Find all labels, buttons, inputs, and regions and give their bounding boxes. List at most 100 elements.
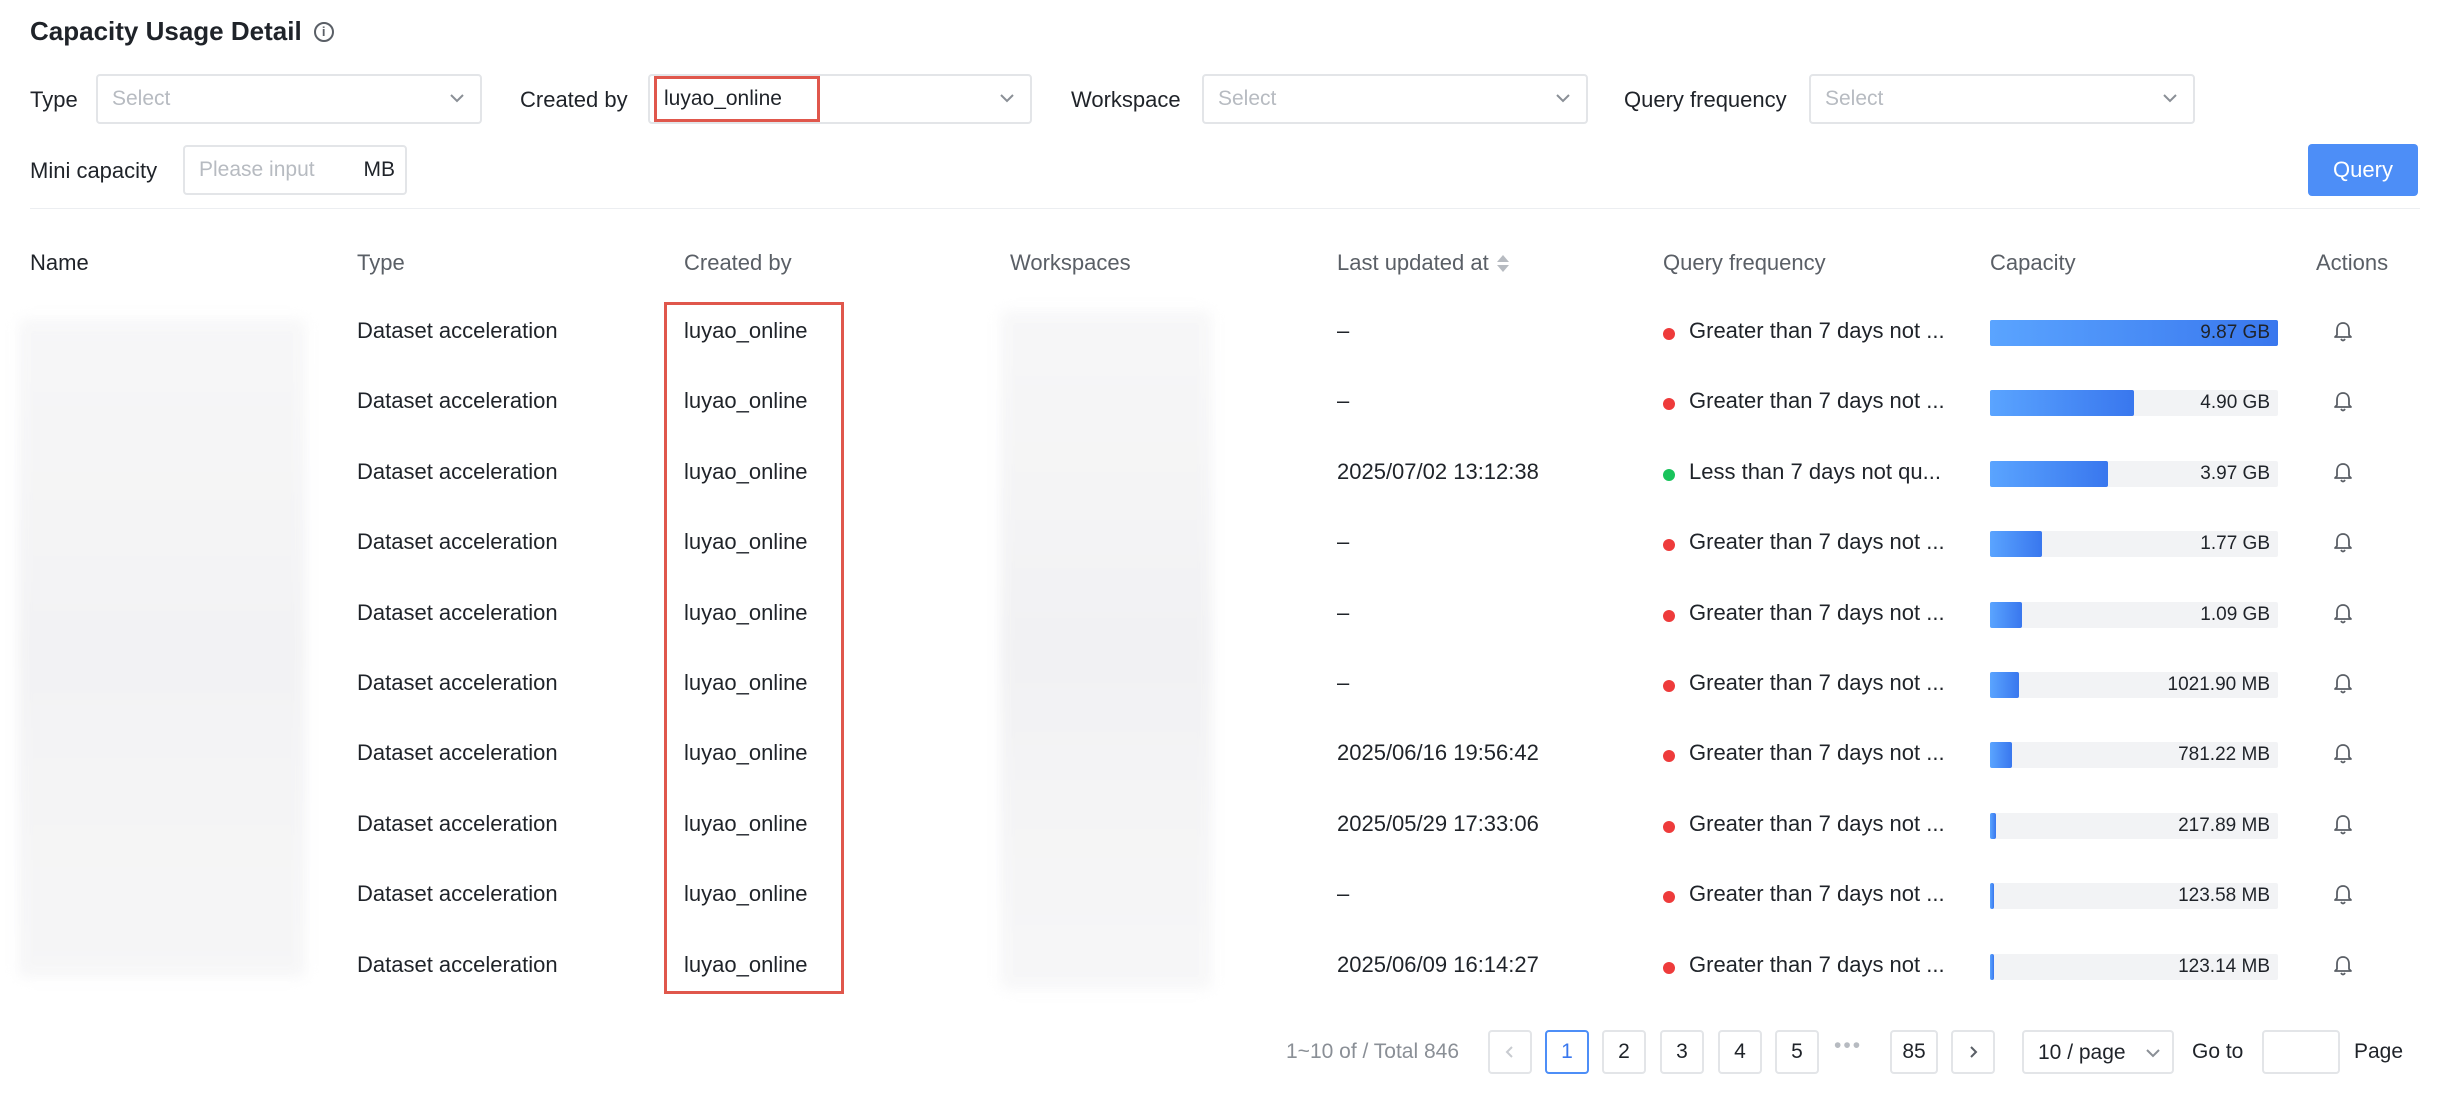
query-frequency-filter-label: Query frequency — [1624, 87, 1787, 112]
capacity-value: 1.09 GB — [2200, 603, 2270, 625]
pagination-page-4[interactable]: 4 — [1718, 1030, 1762, 1074]
column-header-last-updated[interactable]: Last updated at — [1337, 250, 1509, 276]
bell-icon[interactable] — [2332, 742, 2354, 766]
row-query-frequency: Greater than 7 days not ... — [1689, 529, 1945, 555]
bell-icon[interactable] — [2332, 602, 2354, 626]
pagination-prev-button[interactable] — [1488, 1030, 1532, 1074]
table-row[interactable]: Dataset acceleration luyao_online – Greater… — [0, 368, 2454, 438]
row-query-frequency: Greater than 7 days not ... — [1689, 599, 1945, 625]
pagination-page-3[interactable]: 3 — [1660, 1030, 1704, 1074]
mini-capacity-input[interactable]: Please input MB — [183, 145, 407, 195]
capacity-value: 3.97 GB — [2200, 462, 2270, 484]
query-frequency-select[interactable]: Select — [1809, 74, 2195, 124]
row-type: Dataset acceleration — [357, 951, 558, 977]
table-row[interactable]: Dataset acceleration luyao_online 2025/06/… — [0, 932, 2454, 1002]
row-created-by: luyao_online — [684, 599, 808, 625]
chevron-down-icon — [450, 94, 464, 103]
row-type: Dataset acceleration — [357, 740, 558, 766]
pagination-page-last[interactable]: 85 — [1890, 1030, 1938, 1074]
capacity-value: 123.58 MB — [2178, 885, 2270, 907]
capacity-value: 1021.90 MB — [2167, 674, 2270, 695]
goto-page-input[interactable] — [2262, 1030, 2340, 1074]
table-row[interactable]: Dataset acceleration luyao_online – Greater… — [0, 298, 2454, 368]
table-row[interactable]: Dataset acceleration luyao_online – Greater… — [0, 509, 2454, 579]
pagination-page-5[interactable]: 5 — [1775, 1030, 1819, 1074]
row-query-frequency: Greater than 7 days not ... — [1689, 318, 1945, 343]
pagination-ellipsis[interactable]: ••• — [1834, 1034, 1862, 1058]
chevron-down-icon — [2146, 1049, 2160, 1058]
row-created-by: luyao_online — [684, 670, 808, 695]
column-header-capacity: Capacity — [1990, 250, 2076, 275]
capacity-bar: 4.90 GB — [1990, 390, 2278, 417]
pagination-page-1[interactable]: 1 — [1545, 1030, 1589, 1074]
created-by-select-value: luyao_online — [664, 87, 782, 110]
table-row[interactable]: Dataset acceleration luyao_online 2025/05/… — [0, 791, 2454, 861]
bell-icon[interactable] — [2332, 883, 2354, 907]
capacity-value: 123.14 MB — [2178, 955, 2270, 977]
row-type: Dataset acceleration — [357, 599, 558, 625]
column-header-query-frequency: Query frequency — [1663, 250, 1826, 275]
status-dot — [1663, 328, 1675, 340]
created-by-filter-label: Created by — [520, 87, 628, 112]
status-dot — [1663, 820, 1675, 833]
status-dot — [1663, 539, 1675, 552]
sort-icon[interactable] — [1496, 253, 1509, 275]
row-created-by: luyao_online — [684, 388, 808, 414]
pagination-next-button[interactable] — [1951, 1030, 1995, 1074]
row-query-frequency: Greater than 7 days not ... — [1689, 670, 1945, 695]
capacity-usage-page: Capacity Usage Detail i Type Select Crea… — [0, 0, 2454, 1094]
capacity-bar: 123.58 MB — [1990, 883, 2278, 910]
status-dot — [1663, 468, 1675, 481]
query-button[interactable]: Query — [2308, 144, 2418, 196]
bell-icon[interactable] — [2332, 813, 2354, 837]
column-header-last-updated-label: Last updated at — [1337, 250, 1489, 275]
page-label: Page — [2354, 1040, 2404, 1063]
status-dot — [1663, 961, 1675, 974]
table-row[interactable]: Dataset acceleration luyao_online – Greater… — [0, 650, 2454, 720]
bell-icon[interactable] — [2332, 954, 2354, 978]
workspace-select-placeholder: Select — [1218, 87, 1277, 110]
row-query-frequency: Greater than 7 days not ... — [1689, 881, 1945, 907]
page-title-bar: Capacity Usage Detail i — [30, 16, 334, 47]
table-row[interactable]: Dataset acceleration luyao_online – Greater… — [0, 580, 2454, 650]
row-type: Dataset acceleration — [357, 388, 558, 414]
bell-icon[interactable] — [2332, 531, 2354, 555]
table-row[interactable]: Dataset acceleration luyao_online 2025/06/… — [0, 720, 2454, 790]
status-dot — [1663, 750, 1675, 763]
row-last-updated: 2025/06/16 19:56:42 — [1337, 740, 1539, 766]
capacity-value: 4.90 GB — [2200, 392, 2270, 414]
table-row[interactable]: Dataset acceleration luyao_online – Greater… — [0, 861, 2454, 931]
query-frequency-select-placeholder: Select — [1825, 87, 1884, 110]
column-header-workspaces: Workspaces — [1010, 250, 1131, 275]
row-created-by: luyao_online — [684, 951, 808, 977]
row-query-frequency: Greater than 7 days not ... — [1689, 951, 1945, 977]
table-row[interactable]: Dataset acceleration luyao_online 2025/07/… — [0, 439, 2454, 509]
capacity-value: 9.87 GB — [2200, 322, 2270, 343]
bell-icon[interactable] — [2332, 390, 2354, 414]
row-last-updated: – — [1337, 529, 1350, 555]
type-select-placeholder: Select — [112, 87, 171, 110]
mini-capacity-placeholder: Please input — [199, 158, 315, 181]
mini-capacity-label: Mini capacity — [30, 158, 158, 183]
pagination-page-2[interactable]: 2 — [1602, 1030, 1646, 1074]
type-select[interactable]: Select — [96, 74, 482, 124]
row-created-by: luyao_online — [684, 529, 808, 555]
bell-icon[interactable] — [2332, 320, 2354, 344]
capacity-bar-fill — [1990, 742, 2012, 769]
bell-icon[interactable] — [2332, 672, 2354, 696]
page-size-select[interactable]: 10 / page — [2022, 1030, 2174, 1074]
column-header-name: Name — [30, 250, 89, 275]
capacity-value: 781.22 MB — [2178, 744, 2270, 766]
column-header-type: Type — [357, 250, 405, 275]
bell-icon[interactable] — [2332, 461, 2354, 485]
workspace-select[interactable]: Select — [1202, 74, 1588, 124]
column-header-actions: Actions — [2316, 250, 2389, 275]
row-created-by: luyao_online — [684, 458, 808, 484]
row-last-updated: 2025/05/29 17:33:06 — [1337, 810, 1539, 836]
capacity-value: 217.89 MB — [2178, 814, 2270, 836]
capacity-bar: 781.22 MB — [1990, 742, 2278, 769]
row-query-frequency: Greater than 7 days not ... — [1689, 388, 1945, 414]
capacity-bar-fill — [1990, 460, 2108, 487]
info-icon[interactable]: i — [313, 21, 334, 42]
created-by-select[interactable]: luyao_online — [648, 74, 1032, 124]
